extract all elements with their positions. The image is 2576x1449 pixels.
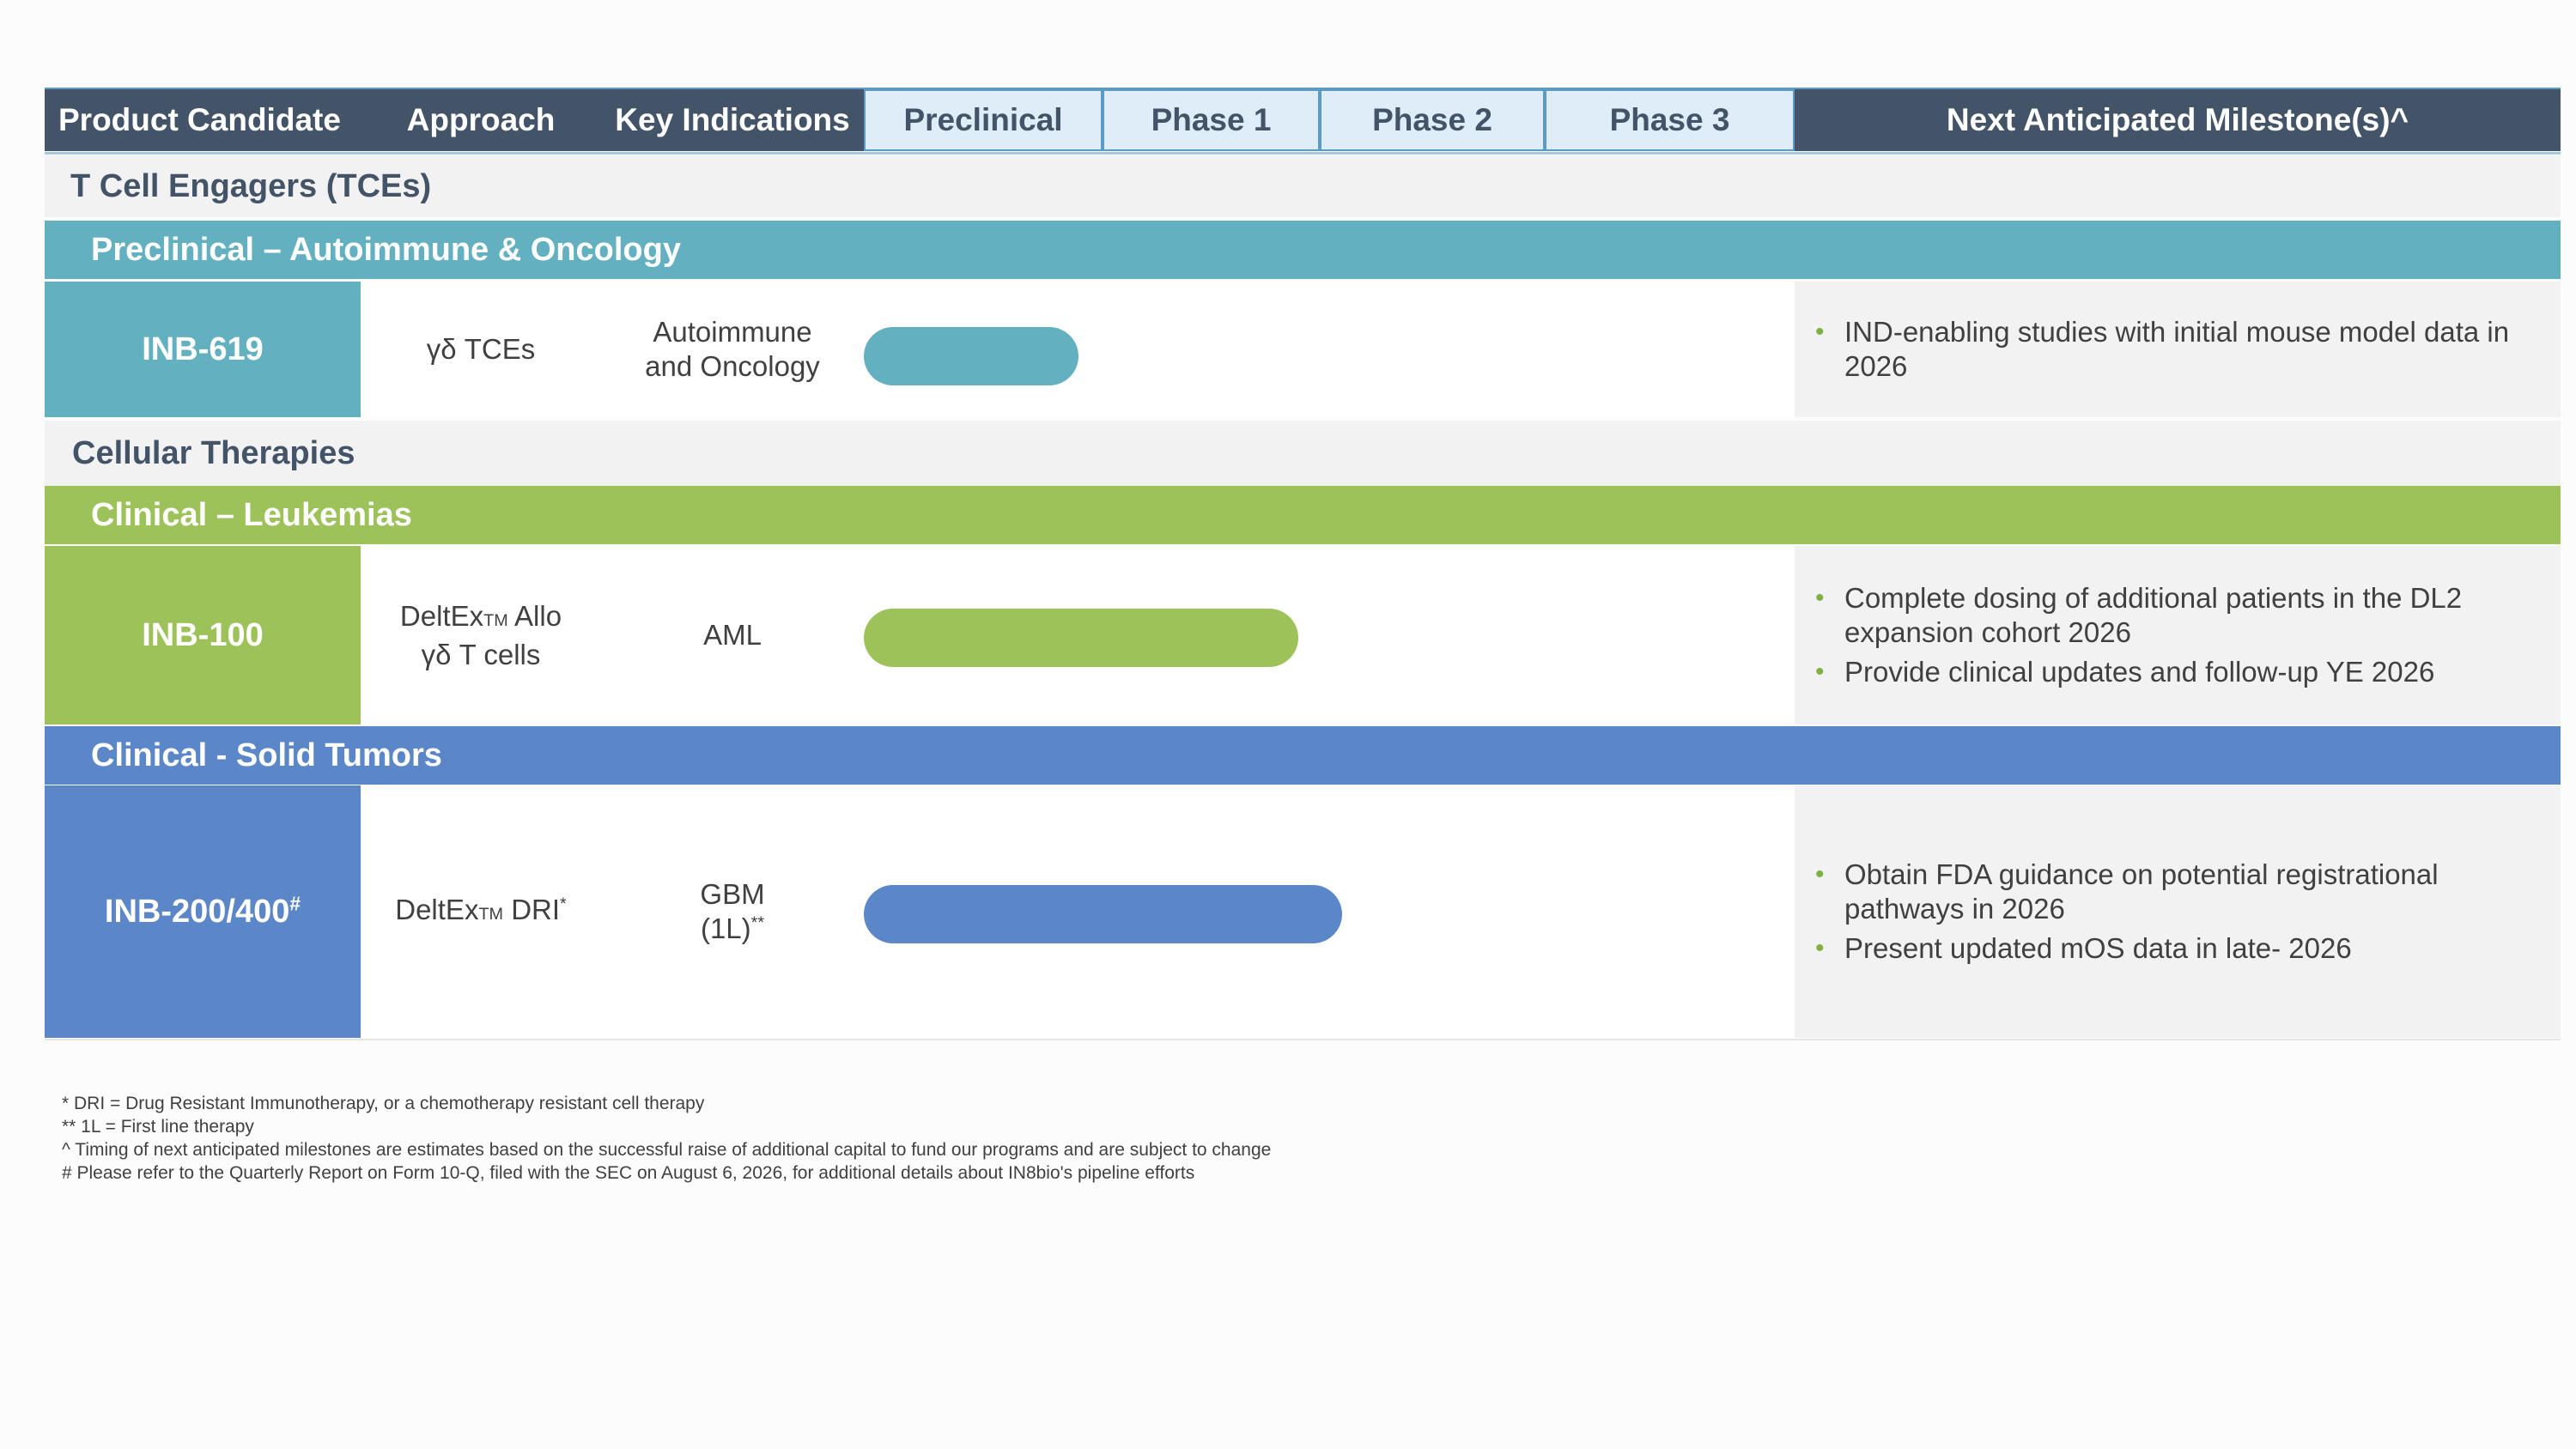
section-cellular-therapies: Cellular Therapies (45, 421, 2561, 486)
footnote-3: ^ Timing of next anticipated milestones … (62, 1140, 1272, 1160)
subsection-title: Preclinical – Autoimmune & Oncology (91, 231, 681, 268)
subsection-clinical-leukemias: Clinical – Leukemias (45, 486, 2561, 544)
header-next-milestones: Next Anticipated Milestone(s)^ (1795, 89, 2561, 151)
candidate-label: INB-200/400# (104, 891, 301, 930)
subsection-title: Clinical – Leukemias (91, 496, 412, 533)
progress-bar-inb-619 (864, 327, 1079, 385)
subsection-clinical-solid-tumors: Clinical - Solid Tumors (45, 726, 2561, 785)
table-bottom-rule (45, 1039, 2561, 1040)
indication-cell: GBM (1L)** (601, 785, 864, 1038)
indication-cell: Autoimmune and Oncology (601, 282, 864, 417)
candidate-label: INB-619 (142, 330, 264, 367)
candidate-inb-619: INB-619 (45, 282, 361, 417)
approach-cell: DeltExTM Allo γδ T cells (361, 546, 601, 724)
trademark-mark: TM (483, 610, 508, 630)
milestone-item: • IND-enabling studies with initial mouse… (1815, 316, 2510, 382)
indication-line-2: and Oncology (645, 350, 820, 382)
footnote-marker: ** (750, 913, 765, 932)
footnotes: * DRI = Drug Resistant Immunotherapy, or… (62, 1092, 1271, 1185)
milestone-item: • Complete dosing of additional patients … (1815, 582, 2463, 648)
progress-bar-inb-200-400 (864, 885, 1343, 943)
subsection-title: Clinical - Solid Tumors (91, 737, 442, 773)
footnote-4: # Please refer to the Quarterly Report o… (62, 1163, 1195, 1183)
progress-bar-inb-100 (864, 609, 1298, 667)
indication-line-1: Autoimmune (653, 316, 812, 348)
subsection-preclinical-autoimmune-oncology: Preclinical – Autoimmune & Oncology (45, 221, 2561, 279)
header-phase-2: Phase 2 (1320, 89, 1545, 151)
approach-cell: DeltExTM DRI* (361, 785, 601, 1038)
milestone-item: • Provide clinical updates and follow-up … (1815, 656, 2435, 688)
header-phase-3: Phase 3 (1545, 89, 1795, 151)
bullet-icon: • (1815, 860, 1825, 888)
footnote-2: ** 1L = First line therapy (62, 1117, 254, 1137)
milestones-cell: • Obtain FDA guidance on potential regist… (1795, 785, 2561, 1038)
indication-line-2: (1L)** (700, 912, 765, 944)
header-bottom-rule (45, 152, 2561, 155)
candidate-label: INB-100 (142, 616, 264, 653)
section-title: Cellular Therapies (72, 434, 355, 471)
section-t-cell-engagers: T Cell Engagers (TCEs) (45, 155, 2561, 217)
indication-cell: AML (601, 546, 864, 724)
section-title: T Cell Engagers (TCEs) (70, 167, 432, 204)
approach-text: DeltExTM DRI* (395, 893, 567, 925)
footnote-marker: # (289, 891, 301, 914)
bullet-icon: • (1815, 584, 1825, 612)
bullet-icon: • (1815, 934, 1825, 962)
candidate-inb-100: INB-100 (45, 546, 361, 724)
indication-text: AML (703, 619, 762, 651)
header-approach: Approach (361, 89, 601, 151)
milestones-cell: • IND-enabling studies with initial mouse… (1795, 282, 2561, 417)
indication-line-1: GBM (700, 878, 765, 910)
header-product-candidate: Product Candidate (45, 89, 361, 151)
header-key-indications: Key Indications (601, 89, 864, 151)
candidate-inb-200-400: INB-200/400# (45, 785, 361, 1038)
approach-cell: γδ TCEs (361, 282, 601, 417)
bullet-icon: • (1815, 318, 1825, 346)
header-preclinical: Preclinical (864, 89, 1103, 151)
footnote-1: * DRI = Drug Resistant Immunotherapy, or… (62, 1094, 705, 1113)
header-phase-1: Phase 1 (1103, 89, 1320, 151)
milestone-item: • Obtain FDA guidance on potential regist… (1815, 858, 2439, 925)
approach-line-1: DeltExTM Allo (399, 599, 562, 632)
milestones-cell: • Complete dosing of additional patients … (1795, 546, 2561, 724)
milestone-item: • Present updated mOS data in late- 2026 (1815, 932, 2352, 964)
approach-line-2: γδ T cells (421, 638, 541, 670)
bullet-icon: • (1815, 658, 1825, 686)
approach-text: γδ TCEs (426, 333, 536, 365)
trademark-mark: TM (478, 904, 504, 924)
footnote-marker: * (560, 894, 567, 913)
